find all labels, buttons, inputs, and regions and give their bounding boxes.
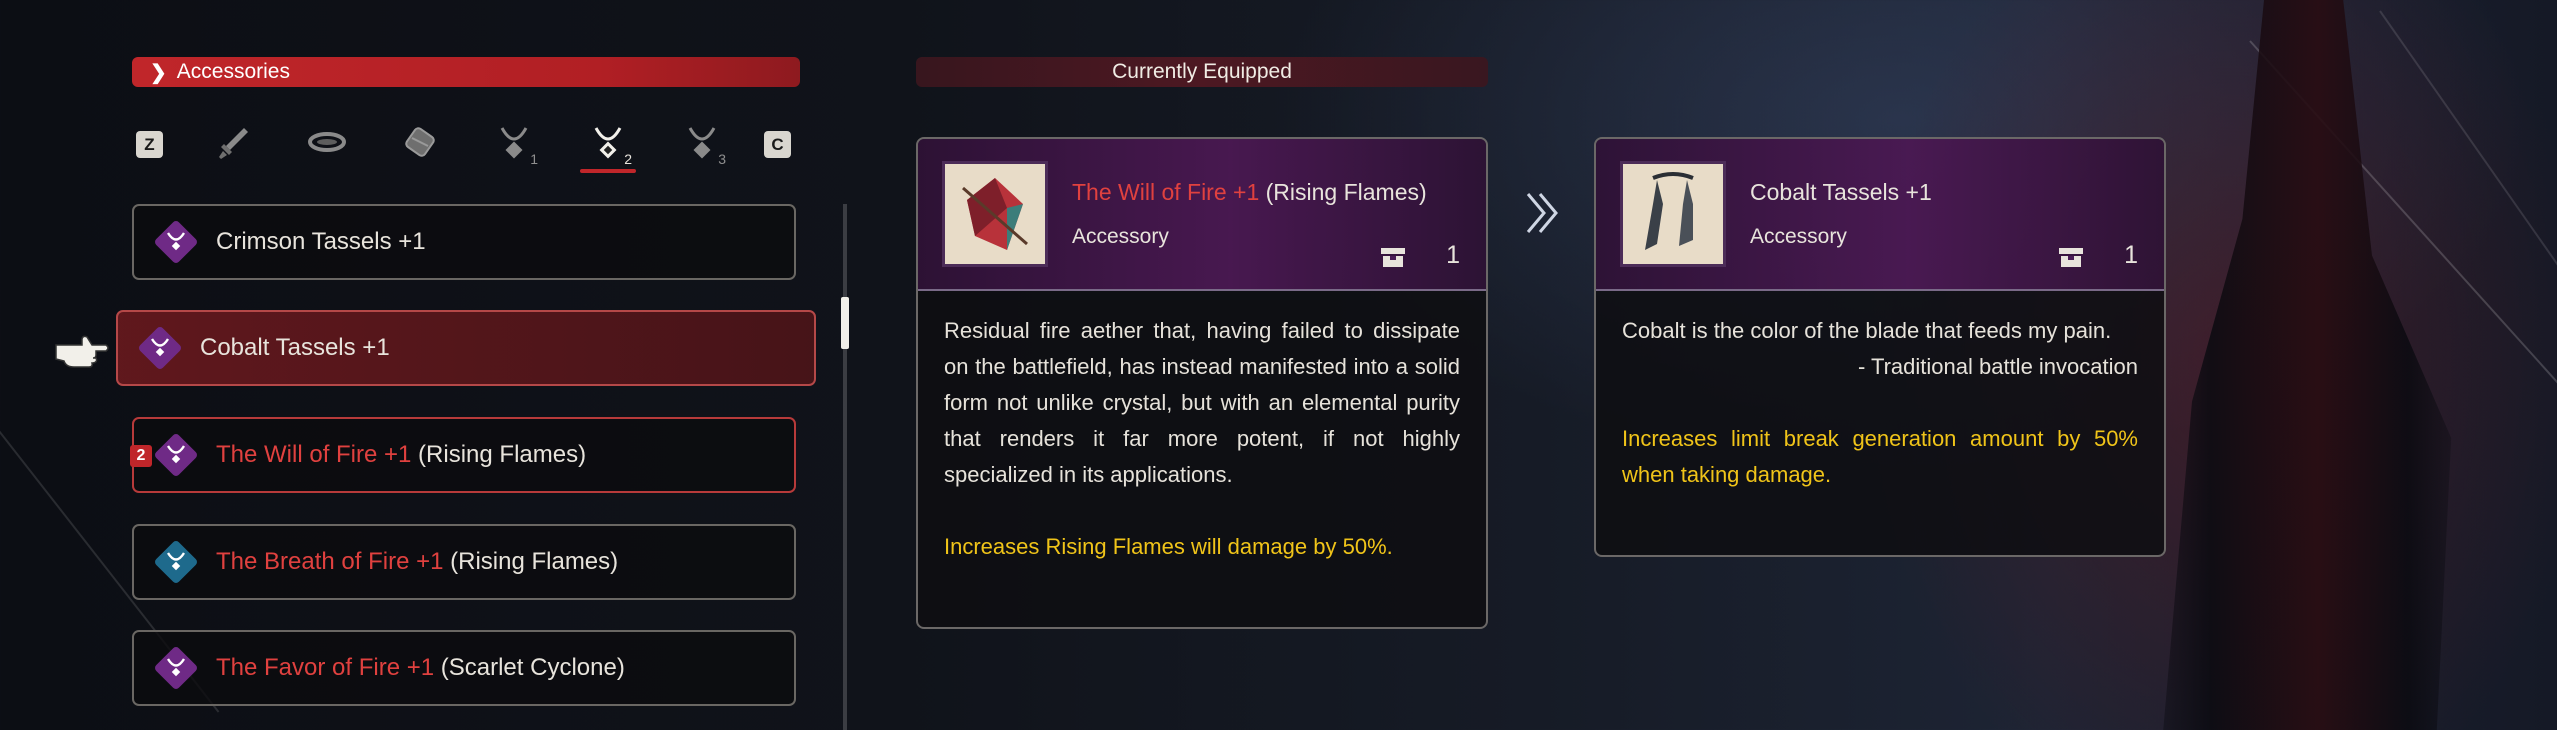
category-header: ❯ Accessories [132, 57, 800, 87]
list-item[interactable]: 2 The Will of Fire +1 (Rising Flames) [130, 417, 796, 493]
item-name-suffix: (Rising Flames) [443, 548, 619, 575]
card-description-block: Residual fire aether that, having failed… [944, 313, 1460, 565]
tab-accessory-3[interactable]: 3 [672, 113, 732, 171]
accessory-gem-icon [153, 219, 199, 265]
item-name-highlight: The Will of Fire +1 [216, 441, 412, 468]
card-header: Cobalt Tassels +1 Accessory 1 [1596, 139, 2164, 291]
list-item[interactable]: Crimson Tassels +1 [132, 204, 796, 280]
item-name-highlight: The Breath of Fire +1 [216, 548, 444, 575]
list-scrollbar[interactable] [843, 204, 847, 730]
tab-number: 3 [718, 151, 726, 167]
quantity-value: 1 [2124, 241, 2138, 269]
necklace-icon [594, 127, 622, 159]
card-title-highlight: The Will of Fire +1 [1072, 179, 1260, 205]
item-name-highlight: The Favor of Fire +1 [216, 654, 435, 681]
card-title-suffix: (Rising Flames) [1259, 179, 1427, 205]
card-title: The Will of Fire +1 (Rising Flames) [1072, 179, 1427, 206]
fire-crystal-icon [945, 164, 1045, 264]
item-name-suffix: (Scarlet Cyclone) [434, 654, 625, 681]
card-title: Cobalt Tassels +1 [1750, 179, 1932, 205]
tab-bracer[interactable] [297, 113, 357, 171]
accessory-gem-icon [153, 432, 199, 478]
background-character-silhouette [2163, 0, 2452, 730]
owned-quantity: 1 [2058, 241, 2138, 270]
list-item-selected[interactable]: Cobalt Tassels +1 [116, 310, 816, 386]
accessory-gem-icon [137, 325, 183, 371]
card-type: Accessory [1072, 225, 1169, 248]
card-description: Cobalt is the color of the blade that fe… [1622, 318, 2112, 343]
card-effect: Increases limit break generation amount … [1622, 426, 2138, 487]
tab-accessory-1[interactable]: 1 [484, 113, 544, 171]
scrollbar-thumb[interactable] [841, 297, 849, 349]
quantity-value: 1 [1446, 241, 1460, 269]
accessory-gem-icon [153, 539, 199, 585]
tab-belt[interactable] [390, 113, 450, 171]
necklace-icon [688, 127, 716, 159]
item-thumbnail [942, 161, 1048, 267]
double-chevron-right-icon [1526, 193, 1558, 233]
list-item[interactable]: The Breath of Fire +1 (Rising Flames) [132, 524, 796, 600]
accessory-gem-icon [153, 645, 199, 691]
tab-accessory-2[interactable]: 2 [578, 113, 638, 173]
bracer-icon [308, 132, 346, 152]
inventory-box-icon [2059, 247, 2084, 267]
inventory-box-icon [1381, 247, 1406, 267]
item-name: Cobalt Tassels +1 [200, 334, 390, 361]
equipment-tabs: Z 1 2 3 C [132, 108, 800, 178]
category-label: Accessories [176, 60, 290, 83]
item-name: Crimson Tassels +1 [216, 228, 426, 255]
chevron-right-icon: ❯ [150, 61, 167, 84]
item-name: The Favor of Fire +1 (Scarlet Cyclone) [216, 654, 625, 682]
card-description-block: Cobalt is the color of the blade that fe… [1622, 313, 2138, 493]
list-item[interactable]: The Favor of Fire +1 (Scarlet Cyclone) [132, 630, 796, 706]
belt-icon [405, 127, 435, 157]
item-name: The Breath of Fire +1 (Rising Flames) [216, 548, 618, 576]
tab-number: 2 [624, 151, 632, 167]
equipped-slot-badge: 2 [130, 445, 152, 467]
tab-weapon[interactable] [204, 113, 264, 171]
next-tab-key[interactable]: C [764, 131, 791, 158]
necklace-icon [500, 127, 528, 159]
prev-tab-key[interactable]: Z [136, 131, 163, 158]
compare-item-card: Cobalt Tassels +1 Accessory 1 Cobalt is … [1594, 137, 2166, 557]
owned-quantity: 1 [1380, 241, 1460, 270]
item-name: The Will of Fire +1 (Rising Flames) [216, 441, 586, 469]
sword-icon [219, 128, 248, 159]
card-effect: Increases Rising Flames will damage by 5… [944, 534, 1393, 559]
current-item-card: The Will of Fire +1 (Rising Flames) Acce… [916, 137, 1488, 629]
card-header: The Will of Fire +1 (Rising Flames) Acce… [918, 139, 1486, 291]
hand-pointer-icon [55, 335, 109, 368]
background-slash [2379, 10, 2557, 422]
tab-number: 1 [530, 151, 538, 167]
card-description: Residual fire aether that, having failed… [944, 318, 1460, 487]
card-type: Accessory [1750, 225, 1847, 248]
background-slash [2249, 40, 2557, 488]
item-thumbnail [1620, 161, 1726, 267]
item-name-suffix: (Rising Flames) [411, 441, 587, 468]
currently-equipped-header: Currently Equipped [916, 57, 1488, 87]
card-quote: - Traditional battle invocation [1857, 354, 2138, 379]
cobalt-tassels-icon [1623, 164, 1723, 264]
